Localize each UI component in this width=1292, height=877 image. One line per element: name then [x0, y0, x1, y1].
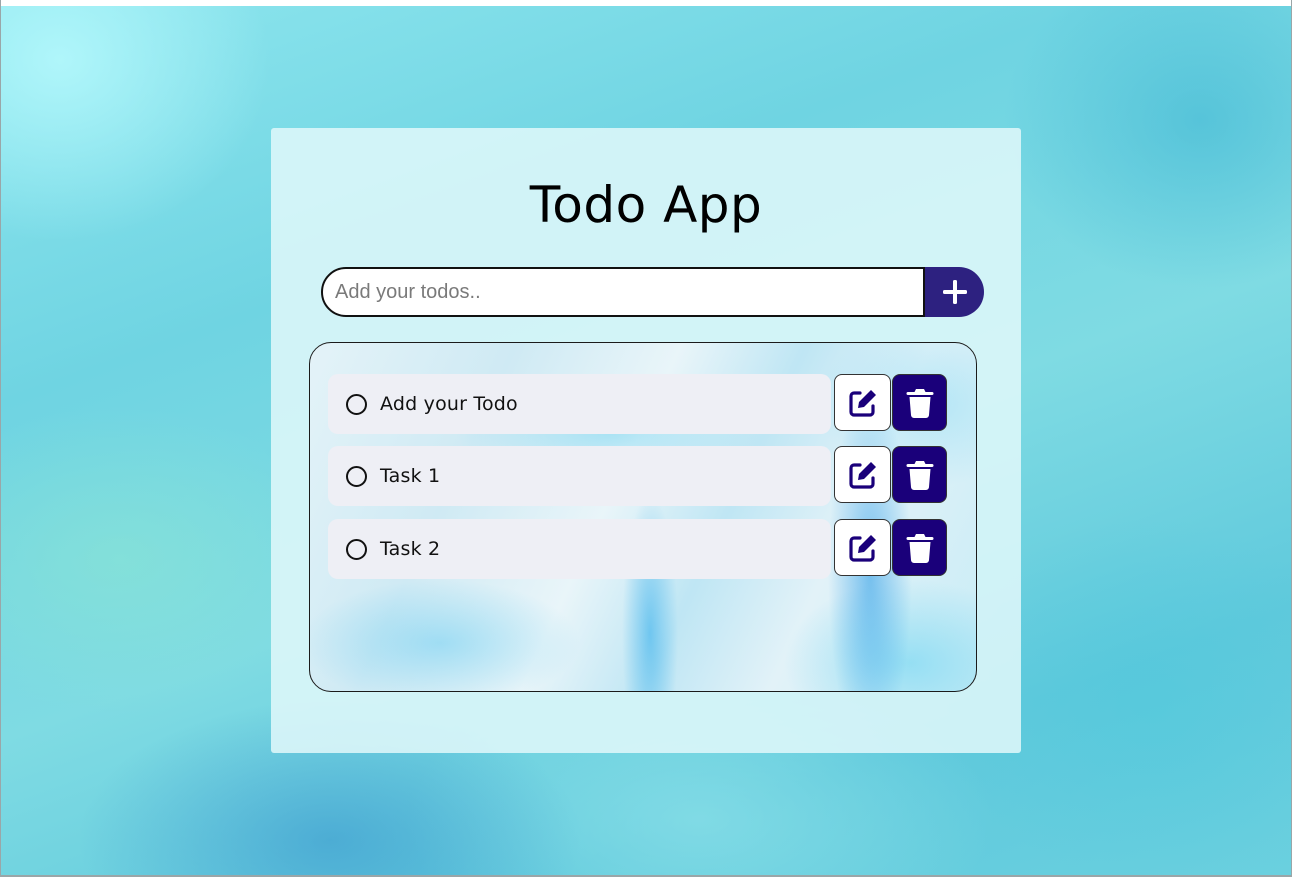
trash-icon [906, 533, 933, 563]
trash-icon [906, 388, 933, 418]
window-frame-left [0, 0, 1, 877]
todo-item: Task 1 [328, 446, 831, 506]
todo-text: Add your Todo [380, 393, 518, 415]
edit-todo-button[interactable] [834, 519, 891, 576]
edit-icon [848, 534, 876, 562]
todo-text: Task 2 [380, 538, 441, 560]
delete-todo-button[interactable] [892, 519, 947, 576]
edit-todo-button[interactable] [834, 374, 891, 431]
delete-todo-button[interactable] [892, 446, 947, 503]
todo-item: Add your Todo [328, 374, 831, 434]
page-title: Todo App [529, 176, 763, 234]
todo-item: Task 2 [328, 519, 831, 579]
todo-checkbox[interactable] [346, 465, 367, 487]
todo-text: Task 1 [380, 465, 441, 487]
edit-icon [848, 389, 876, 417]
edit-icon [848, 461, 876, 489]
add-todo-button[interactable] [925, 267, 984, 317]
browser-top-strip [0, 0, 1292, 6]
delete-todo-button[interactable] [892, 374, 947, 431]
todo-checkbox[interactable] [346, 393, 367, 415]
todo-checkbox[interactable] [346, 538, 367, 560]
plus-icon [942, 280, 967, 304]
edit-todo-button[interactable] [834, 446, 891, 503]
todo-input[interactable] [321, 267, 925, 317]
trash-icon [906, 460, 933, 490]
